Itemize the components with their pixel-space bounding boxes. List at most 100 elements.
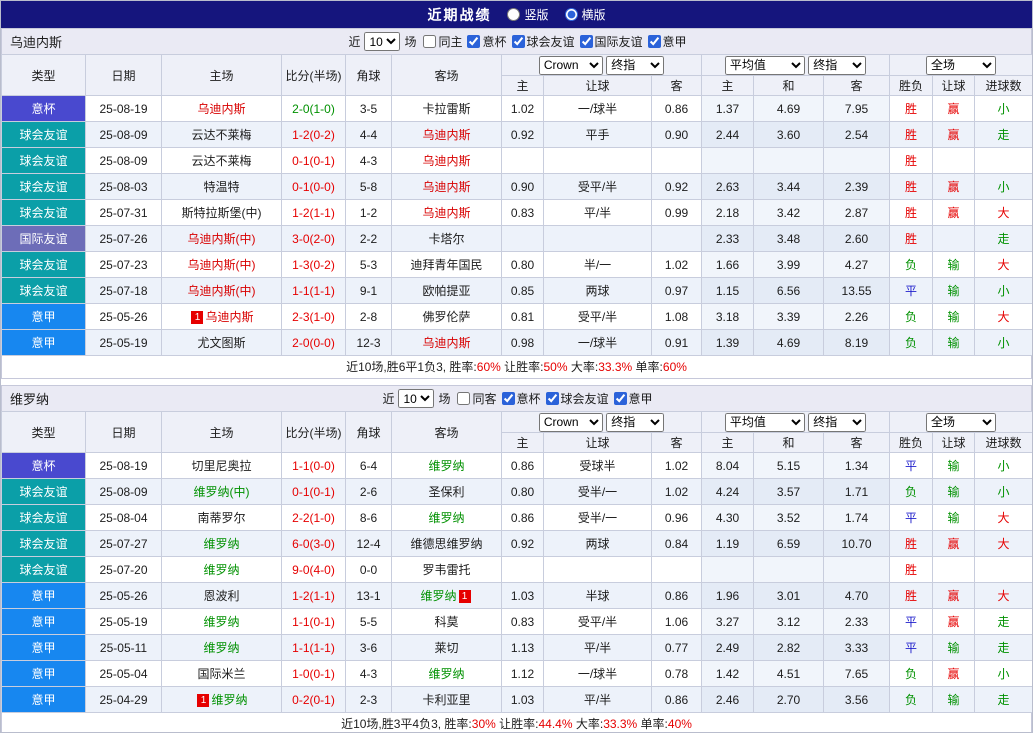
result-handicap: 输: [933, 304, 975, 330]
league-filter-checkbox[interactable]: [502, 392, 515, 405]
league-filter[interactable]: 意甲: [609, 390, 653, 407]
match-date: 25-07-31: [86, 200, 162, 226]
handicap-line: 半/一: [544, 252, 652, 278]
team-name: 乌迪内斯: [10, 32, 62, 51]
bookmaker-select[interactable]: Crown: [539, 56, 603, 75]
away-team-name: 圣保利: [428, 485, 464, 499]
away-team-section: 维罗纳 近10场同客意杯球会友谊意甲 类型 日期 主场 比分(半场) 角球 客场: [1, 385, 1032, 733]
match-score: 1-1(0-0): [282, 453, 346, 479]
table-header-row: 类型 日期 主场 比分(半场) 角球 客场 Crown 终指 平均值 终指: [2, 412, 1033, 433]
average-select[interactable]: 平均值: [725, 413, 805, 432]
average-final-select[interactable]: 终指: [808, 413, 866, 432]
match-count-select[interactable]: 10: [364, 32, 400, 51]
result-goals: 小: [975, 330, 1033, 356]
league-filter[interactable]: 球会友谊: [541, 390, 609, 407]
average-away-odds: 3.56: [824, 687, 890, 713]
away-team-name: 迪拜青年国民: [410, 258, 482, 272]
result-outcome: 胜: [890, 122, 933, 148]
average-odds-group-header: 平均值 终指: [702, 412, 890, 433]
handicap-home-odds: 0.86: [502, 505, 544, 531]
col-header-corner: 角球: [346, 55, 392, 96]
corner-count: 2-8: [346, 304, 392, 330]
average-draw-odds: 3.99: [754, 252, 824, 278]
same-venue-filter[interactable]: 同客: [452, 390, 496, 407]
recent-label: 近: [382, 390, 394, 407]
average-draw-odds: [754, 148, 824, 174]
handicap-away-odds: 0.86: [652, 687, 702, 713]
summary-segment: 60%: [663, 360, 687, 374]
layout-vertical-radio[interactable]: [507, 8, 520, 21]
team-section-header: 乌迪内斯 近10场同主意杯球会友谊国际友谊意甲: [1, 28, 1032, 54]
handicap-away-odds: [652, 226, 702, 252]
red-card-badge: 1: [459, 590, 471, 603]
layout-vertical-option[interactable]: 竖版: [507, 6, 548, 23]
average-home-odds: 2.46: [702, 687, 754, 713]
same-venue-filter-checkbox[interactable]: [457, 392, 470, 405]
col-header-odds-handicap: 让球: [544, 433, 652, 453]
fulltime-scope-select[interactable]: 全场: [926, 413, 996, 432]
away-team-name: 乌迪内斯: [422, 180, 470, 194]
fulltime-scope-select[interactable]: 全场: [926, 56, 996, 75]
corner-count: 3-6: [346, 635, 392, 661]
same-venue-filter-checkbox[interactable]: [423, 35, 436, 48]
match-score: 1-1(1-1): [282, 635, 346, 661]
record-summary: 近10场,胜3平4负3, 胜率:30% 让胜率:44.4% 大率:33.3% 单…: [1, 713, 1032, 733]
home-team: 1乌迪内斯: [162, 304, 282, 330]
match-score: 1-2(1-1): [282, 200, 346, 226]
league-filter-checkbox[interactable]: [467, 35, 480, 48]
handicap-home-odds: 0.81: [502, 304, 544, 330]
league-filter[interactable]: 意甲: [643, 33, 687, 50]
home-team-name: 恩波利: [203, 589, 239, 603]
away-team: 佛罗伦萨: [392, 304, 502, 330]
corner-count: 5-8: [346, 174, 392, 200]
home-team-name: 斯特拉斯堡(中): [182, 206, 262, 220]
same-venue-filter[interactable]: 同主: [418, 33, 462, 50]
result-goals: 小: [975, 661, 1033, 687]
handicap-final-select[interactable]: 终指: [606, 56, 664, 75]
home-team-name: 尤文图斯: [197, 336, 245, 350]
handicap-home-odds: 1.13: [502, 635, 544, 661]
away-team: 维罗纳: [392, 453, 502, 479]
average-away-odds: 2.26: [824, 304, 890, 330]
league-filter-checkbox[interactable]: [546, 392, 559, 405]
match-row: 球会友谊25-07-27维罗纳6-0(3-0)12-4维德思维罗纳0.92两球0…: [2, 531, 1033, 557]
league-filter-checkbox[interactable]: [580, 35, 593, 48]
handicap-away-odds: 0.91: [652, 330, 702, 356]
league-filter-checkbox[interactable]: [512, 35, 525, 48]
away-team-name: 卡利亚里: [422, 693, 470, 707]
league-filter[interactable]: 意杯: [497, 390, 541, 407]
away-team-name: 维罗纳: [428, 667, 464, 681]
home-team-name: 国际米兰: [197, 667, 245, 681]
away-team: 维德思维罗纳: [392, 531, 502, 557]
average-final-select[interactable]: 终指: [808, 56, 866, 75]
league-filter[interactable]: 球会友谊: [507, 33, 575, 50]
handicap-line: 两球: [544, 278, 652, 304]
col-header-away: 客场: [392, 412, 502, 453]
home-team-name: 特温特: [203, 180, 239, 194]
result-handicap: 输: [933, 252, 975, 278]
corner-count: 12-4: [346, 531, 392, 557]
layout-horizontal-option[interactable]: 横版: [565, 6, 606, 23]
match-date: 25-07-26: [86, 226, 162, 252]
result-outcome: 负: [890, 479, 933, 505]
handicap-line: 受平/半: [544, 174, 652, 200]
result-handicap: 赢: [933, 583, 975, 609]
league-filter-checkbox[interactable]: [614, 392, 627, 405]
layout-horizontal-radio[interactable]: [565, 8, 578, 21]
home-team: 乌迪内斯: [162, 96, 282, 122]
bookmaker-select[interactable]: Crown: [539, 413, 603, 432]
average-home-odds: [702, 557, 754, 583]
result-outcome: 胜: [890, 96, 933, 122]
result-handicap: 赢: [933, 200, 975, 226]
league-filter[interactable]: 国际友谊: [575, 33, 643, 50]
handicap-final-select[interactable]: 终指: [606, 413, 664, 432]
match-count-select[interactable]: 10: [398, 389, 434, 408]
average-select[interactable]: 平均值: [725, 56, 805, 75]
match-date: 25-08-03: [86, 174, 162, 200]
match-type-badge: 球会友谊: [2, 122, 86, 148]
home-team: 维罗纳: [162, 635, 282, 661]
handicap-away-odds: 0.90: [652, 122, 702, 148]
corner-count: 5-3: [346, 252, 392, 278]
league-filter-checkbox[interactable]: [648, 35, 661, 48]
league-filter[interactable]: 意杯: [462, 33, 506, 50]
